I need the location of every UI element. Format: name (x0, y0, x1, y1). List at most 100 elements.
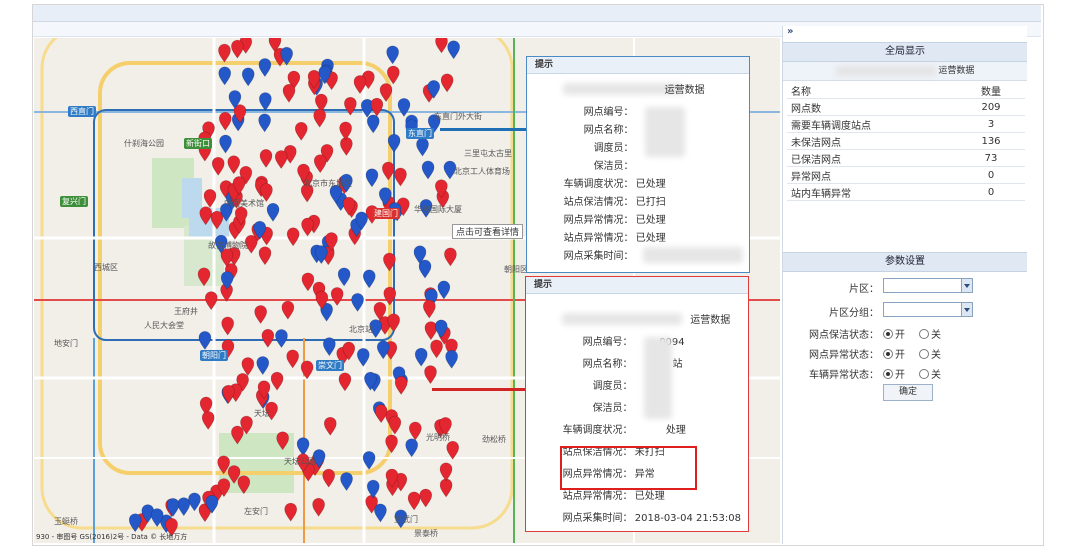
collapse-panel-icon[interactable]: » (787, 26, 793, 37)
red-station-marker[interactable] (312, 497, 325, 517)
blue-station-marker[interactable] (258, 58, 272, 77)
red-station-marker[interactable] (374, 404, 388, 424)
red-station-marker[interactable] (259, 149, 273, 168)
clean-state-on-radio[interactable]: 开 (883, 326, 905, 341)
abnormal-state-on-radio[interactable]: 开 (883, 346, 905, 361)
blue-station-marker[interactable] (218, 66, 232, 86)
blue-station-marker[interactable] (296, 437, 310, 457)
red-station-marker[interactable] (338, 372, 352, 392)
blue-station-marker[interactable] (258, 113, 271, 133)
red-station-marker[interactable] (301, 272, 315, 292)
chevron-down-icon[interactable] (961, 303, 972, 316)
red-station-marker[interactable] (382, 161, 395, 181)
red-station-marker[interactable] (339, 121, 352, 141)
blue-station-marker[interactable] (198, 331, 212, 350)
red-station-marker[interactable] (439, 462, 453, 482)
red-station-marker[interactable] (282, 83, 296, 103)
red-station-marker[interactable] (294, 121, 308, 141)
red-station-marker[interactable] (300, 360, 314, 380)
district-row: 片区： (783, 278, 1027, 296)
blue-station-marker[interactable] (437, 280, 451, 300)
confirm-button[interactable]: 确定 (883, 384, 933, 401)
red-station-marker[interactable] (430, 339, 443, 359)
red-station-marker[interactable] (231, 39, 244, 59)
blue-station-marker[interactable] (447, 40, 460, 60)
red-station-marker[interactable] (370, 97, 384, 117)
red-station-marker[interactable] (439, 478, 453, 498)
red-station-marker[interactable] (218, 112, 232, 131)
abnormal-state-off-radio[interactable]: 关 (919, 346, 941, 361)
red-station-marker[interactable] (301, 217, 314, 237)
blue-station-marker[interactable] (259, 92, 272, 112)
red-station-marker[interactable] (254, 305, 267, 324)
red-station-marker[interactable] (394, 167, 407, 187)
red-station-marker[interactable] (286, 349, 299, 369)
blue-station-marker[interactable] (188, 492, 201, 512)
blue-station-marker[interactable] (445, 349, 458, 369)
red-station-marker[interactable] (424, 365, 437, 385)
red-station-marker[interactable] (419, 488, 433, 508)
chevron-down-icon[interactable] (961, 279, 972, 292)
red-station-marker[interactable] (323, 416, 337, 436)
blue-station-marker[interactable] (166, 498, 180, 517)
red-station-marker[interactable] (407, 491, 421, 511)
red-station-marker[interactable] (394, 376, 408, 395)
red-station-marker[interactable] (261, 329, 275, 348)
red-station-marker[interactable] (258, 246, 272, 266)
vehicle-abnormal-off-radio[interactable]: 关 (919, 366, 941, 381)
district-select[interactable] (883, 278, 973, 293)
red-station-marker[interactable] (322, 468, 336, 488)
blue-station-marker[interactable] (376, 340, 390, 360)
red-station-marker[interactable] (423, 299, 436, 319)
vehicle-abnormal-on-radio[interactable]: 开 (883, 366, 905, 381)
blue-station-marker[interactable] (386, 45, 399, 65)
red-station-marker[interactable] (440, 73, 454, 93)
red-station-marker[interactable] (274, 150, 288, 170)
blue-station-marker[interactable] (365, 168, 379, 188)
red-station-marker[interactable] (201, 411, 215, 430)
blue-station-marker[interactable] (337, 267, 351, 287)
red-station-marker[interactable] (313, 154, 327, 174)
blue-station-marker[interactable] (256, 356, 270, 376)
view-detail-button[interactable]: 点击可查看详情 (452, 224, 524, 239)
blue-station-marker[interactable] (266, 202, 280, 222)
district-group-select[interactable] (883, 302, 973, 317)
red-station-marker[interactable] (218, 43, 231, 63)
station-popup-normal[interactable]: 提示 运营数据 网点编号： 网点名称： 调度员： 保洁员： 车辆调度状况： 已处理… (526, 56, 750, 273)
red-station-marker[interactable] (444, 247, 457, 267)
red-station-marker[interactable] (227, 155, 241, 175)
field-label: 保洁员： (593, 161, 634, 172)
blue-station-marker[interactable] (366, 114, 380, 134)
red-station-marker[interactable] (330, 287, 344, 306)
table-row: 站内车辆异常 0 (787, 183, 1025, 201)
blue-station-marker[interactable] (241, 67, 255, 87)
blue-station-marker[interactable] (416, 137, 429, 157)
red-station-marker[interactable] (241, 357, 255, 377)
clean-state-off-radio[interactable]: 关 (919, 326, 941, 341)
red-station-marker[interactable] (313, 108, 326, 128)
blue-station-marker[interactable] (414, 347, 428, 367)
blue-station-marker[interactable] (421, 160, 435, 180)
red-station-marker[interactable] (286, 227, 300, 247)
red-station-marker[interactable] (222, 384, 235, 404)
blue-station-marker[interactable] (366, 479, 380, 499)
red-station-marker[interactable] (270, 371, 284, 391)
red-station-marker[interactable] (281, 300, 295, 320)
blue-station-marker[interactable] (219, 134, 232, 154)
blue-station-marker[interactable] (397, 98, 411, 117)
blue-station-marker[interactable] (177, 497, 191, 517)
blue-station-marker[interactable] (356, 348, 370, 367)
station-popup-abnormal[interactable]: 提示 运营数据 网点编号：0094 网点名称：站 调度员： 保洁员： 车辆调度状… (525, 276, 749, 532)
red-station-marker[interactable] (408, 421, 422, 441)
red-station-marker[interactable] (446, 440, 460, 460)
red-station-marker[interactable] (435, 38, 448, 54)
red-station-marker[interactable] (340, 137, 353, 156)
blue-station-marker[interactable] (351, 293, 364, 312)
blue-station-marker[interactable] (340, 472, 353, 492)
red-station-marker[interactable] (221, 316, 234, 336)
red-station-marker[interactable] (284, 502, 298, 522)
blue-station-marker[interactable] (374, 503, 387, 523)
blue-station-marker[interactable] (275, 329, 288, 348)
blue-station-marker[interactable] (323, 337, 336, 357)
blue-station-marker[interactable] (405, 438, 418, 458)
